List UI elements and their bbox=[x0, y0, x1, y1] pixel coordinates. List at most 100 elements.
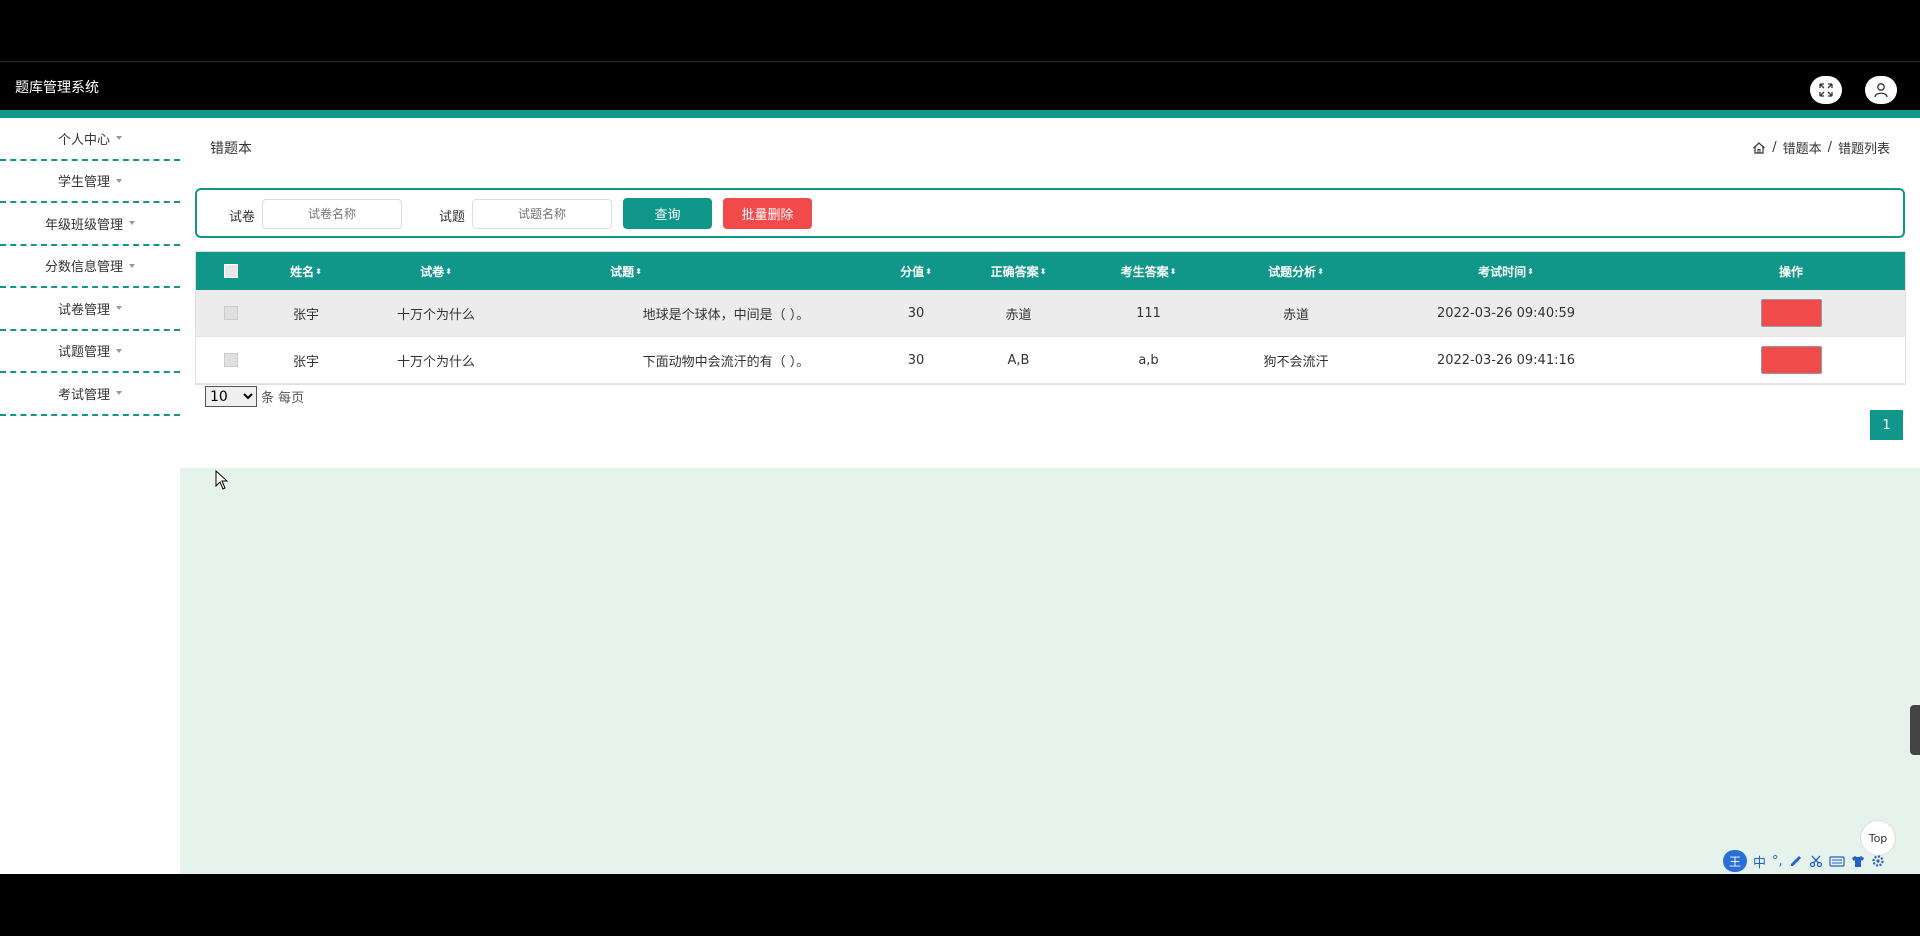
chevron-down-icon bbox=[116, 391, 122, 396]
header-question[interactable]: 试题 ⬍ bbox=[526, 252, 726, 290]
sidebar-item-exams[interactable]: 考试管理 bbox=[0, 373, 180, 416]
side-handle[interactable] bbox=[1910, 705, 1920, 755]
content-background bbox=[180, 468, 1920, 874]
cell-paper: 十万个为什么 bbox=[396, 307, 475, 323]
sort-icon: ⬍ bbox=[1527, 266, 1534, 276]
paper-label: 试卷 bbox=[229, 210, 256, 225]
cell-exam-time: 2022-03-26 09:41:16 bbox=[1436, 352, 1576, 368]
sidebar-item-papers[interactable]: 试卷管理 bbox=[0, 288, 180, 331]
row-select-cell bbox=[196, 290, 266, 336]
sidebar: 个人中心 学生管理 年级班级管理 分数信息管理 试卷管理 试题管理 考试管理 bbox=[0, 118, 180, 874]
page-size-control: 10 条 每页 bbox=[205, 386, 304, 407]
header-action: 操作 bbox=[1778, 264, 1803, 279]
ime-toolbar: 王 中 °, bbox=[1723, 849, 1885, 873]
mouse-cursor-icon bbox=[215, 470, 229, 490]
batch-delete-button[interactable]: 批量删除 bbox=[723, 198, 812, 229]
breadcrumb-separator: / bbox=[1772, 140, 1777, 155]
cell-analysis: 赤道 bbox=[1282, 307, 1309, 323]
pagination-page-1[interactable]: 1 bbox=[1870, 410, 1903, 440]
window-bottom-bar bbox=[0, 874, 1920, 936]
expand-icon bbox=[1819, 83, 1833, 97]
sidebar-item-label: 分数信息管理 bbox=[44, 260, 123, 276]
breadcrumb-item[interactable]: 错题本 bbox=[1783, 138, 1822, 157]
user-button[interactable] bbox=[1865, 76, 1897, 104]
user-icon bbox=[1874, 83, 1888, 98]
sort-icon: ⬍ bbox=[315, 266, 322, 276]
sidebar-item-label: 试卷管理 bbox=[57, 302, 110, 318]
sidebar-item-questions[interactable]: 试题管理 bbox=[0, 331, 180, 373]
header-exam-time[interactable]: 考试时间 ⬍ bbox=[1376, 252, 1636, 290]
pen-icon[interactable] bbox=[1789, 854, 1803, 868]
sidebar-item-scores[interactable]: 分数信息管理 bbox=[0, 246, 180, 288]
header-correct-answer[interactable]: 正确答案 ⬍ bbox=[956, 252, 1081, 290]
scissors-icon[interactable] bbox=[1809, 854, 1823, 868]
cell-student-answer: 111 bbox=[1136, 305, 1161, 321]
breadcrumb: / 错题本 / 错题列表 bbox=[1752, 138, 1890, 157]
delete-button[interactable]: 删除 bbox=[1760, 346, 1822, 374]
table-row: 张宇 十万个为什么 下面动物中会流汗的有（ ）。 30 A,B a,b 狗不会流… bbox=[196, 337, 1905, 384]
header-paper[interactable]: 试卷 ⬍ bbox=[346, 252, 526, 290]
cell-name: 张宇 bbox=[292, 307, 319, 323]
header-student-answer[interactable]: 考生答案 ⬍ bbox=[1081, 252, 1216, 290]
table-header: 姓名 ⬍ 试卷 ⬍ 试题 ⬍ 分值 ⬍ 正确答案 ⬍ 考生答案 ⬍ 试题分析 ⬍ 考试时间 ⬍ … bbox=[196, 252, 1905, 290]
cell-analysis: 狗不会流汗 bbox=[1263, 354, 1329, 370]
chevron-down-icon bbox=[129, 221, 135, 226]
chevron-down-icon bbox=[116, 348, 122, 353]
header-score[interactable]: 分值 ⬍ bbox=[876, 252, 956, 290]
chevron-down-icon bbox=[129, 263, 135, 268]
cell-correct-answer: 赤道 bbox=[1005, 307, 1032, 323]
chevron-down-icon bbox=[116, 178, 122, 183]
row-checkbox[interactable] bbox=[224, 306, 238, 320]
question-name-input[interactable] bbox=[472, 199, 612, 229]
header-accent-strip bbox=[0, 110, 1920, 118]
page-size-select[interactable]: 10 bbox=[205, 386, 257, 407]
sort-icon: ⬍ bbox=[1317, 266, 1324, 276]
sort-icon: ⬍ bbox=[1039, 266, 1047, 276]
skin-shirt-icon[interactable] bbox=[1851, 854, 1865, 868]
main-content: 错题本 / 错题本 / 错题列表 试卷 试题 查询 批量删除 姓名⬍ bbox=[180, 118, 1920, 874]
cell-paper: 十万个为什么 bbox=[396, 354, 475, 370]
chevron-down-icon bbox=[116, 306, 122, 311]
sidebar-item-label: 个人中心 bbox=[57, 132, 110, 148]
app-title: 题库管理系统 bbox=[15, 80, 99, 96]
cell-question: 地球是个球体，中间是（ ）。 bbox=[642, 307, 810, 323]
ime-punctuation-toggle[interactable]: °, bbox=[1772, 854, 1783, 869]
sidebar-item-grade-class[interactable]: 年级班级管理 bbox=[0, 203, 180, 246]
settings-gear-icon[interactable] bbox=[1871, 854, 1885, 868]
keyboard-icon[interactable] bbox=[1829, 854, 1845, 868]
ime-mode-toggle[interactable]: 中 bbox=[1753, 852, 1766, 871]
fullscreen-button[interactable] bbox=[1810, 76, 1842, 104]
home-icon[interactable] bbox=[1752, 141, 1766, 155]
page-title: 错题本 bbox=[210, 141, 252, 157]
app-header: 题库管理系统 bbox=[0, 63, 1920, 110]
breadcrumb-separator: / bbox=[1827, 140, 1832, 155]
sort-icon: ⬍ bbox=[635, 266, 642, 276]
search-panel: 试卷 试题 查询 批量删除 bbox=[195, 188, 1905, 238]
cell-correct-answer: A,B bbox=[1007, 352, 1030, 368]
select-all-checkbox[interactable] bbox=[224, 264, 238, 278]
cell-exam-time: 2022-03-26 09:40:59 bbox=[1436, 305, 1576, 321]
row-action-cell: 删除 bbox=[1756, 290, 1826, 336]
header-name[interactable]: 姓名 ⬍ bbox=[266, 252, 346, 290]
sort-icon: ⬍ bbox=[1169, 266, 1177, 276]
sidebar-item-label: 考试管理 bbox=[57, 387, 110, 403]
sort-icon: ⬍ bbox=[445, 266, 452, 276]
query-button[interactable]: 查询 bbox=[623, 198, 712, 229]
window-top-bar bbox=[0, 0, 1920, 62]
delete-button[interactable]: 删除 bbox=[1760, 299, 1822, 327]
row-checkbox[interactable] bbox=[224, 353, 238, 367]
sidebar-item-students[interactable]: 学生管理 bbox=[0, 161, 180, 203]
sidebar-item-label: 年级班级管理 bbox=[44, 217, 123, 233]
sidebar-item-personal-center[interactable]: 个人中心 bbox=[0, 118, 180, 161]
page-size-label: 条 每页 bbox=[261, 391, 305, 406]
sort-icon: ⬍ bbox=[925, 266, 932, 276]
cell-score: 30 bbox=[907, 305, 925, 321]
ime-logo-icon[interactable]: 王 bbox=[1723, 850, 1747, 872]
table-row: 张宇 十万个为什么 地球是个球体，中间是（ ）。 30 赤道 111 赤道 20… bbox=[196, 290, 1905, 337]
paper-name-input[interactable] bbox=[262, 199, 402, 229]
content-panel: 错题本 / 错题本 / 错题列表 试卷 试题 查询 批量删除 姓名⬍ bbox=[180, 118, 1920, 468]
breadcrumb-item: 错题列表 bbox=[1837, 142, 1890, 157]
cell-student-answer: a,b bbox=[1138, 352, 1159, 368]
question-label: 试题 bbox=[439, 210, 466, 225]
header-analysis[interactable]: 试题分析 ⬍ bbox=[1216, 252, 1376, 290]
